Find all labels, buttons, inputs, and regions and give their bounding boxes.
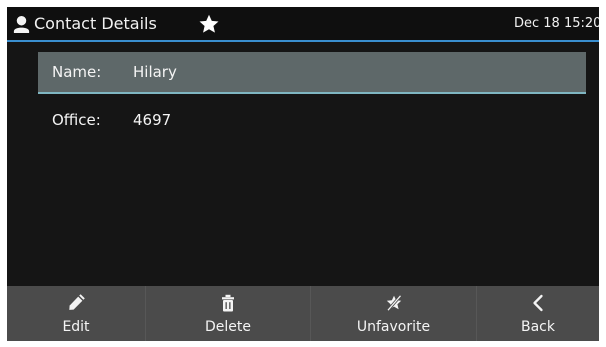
field-row-office[interactable]: Office: 4697 (38, 100, 586, 142)
field-row-name[interactable]: Name: Hilary (38, 52, 586, 94)
edit-button-label: Edit (62, 319, 90, 335)
edit-button[interactable]: Edit (7, 286, 146, 341)
trash-icon (222, 294, 234, 312)
phone-screen: Contact Details Dec 18 15:20 Name: Hilar… (7, 7, 599, 341)
field-label-name: Name: (52, 63, 102, 81)
back-button-label: Back (521, 319, 555, 335)
field-value-name: Hilary (133, 63, 177, 81)
unfavorite-button-label: Unfavorite (356, 319, 431, 335)
star-icon (199, 14, 219, 33)
unfavorite-button[interactable]: Unfavorite (311, 286, 477, 341)
contact-details: Name: Hilary Office: 4697 (7, 42, 599, 286)
unfavorite-star-icon (386, 294, 402, 312)
field-value-office: 4697 (133, 111, 172, 129)
page-title: Contact Details (34, 14, 157, 33)
delete-button[interactable]: Delete (146, 286, 311, 341)
field-label-office: Office: (52, 111, 101, 129)
date-time: Dec 18 15:20 (514, 16, 599, 31)
delete-button-label: Delete (205, 319, 251, 335)
header-bar: Contact Details Dec 18 15:20 (7, 7, 599, 42)
softkey-bar: Edit Delete Unfavorite Back (7, 286, 599, 341)
user-icon (13, 15, 30, 34)
back-button[interactable]: Back (477, 286, 599, 341)
pencil-icon (69, 294, 85, 310)
chevron-left-icon (533, 294, 543, 312)
